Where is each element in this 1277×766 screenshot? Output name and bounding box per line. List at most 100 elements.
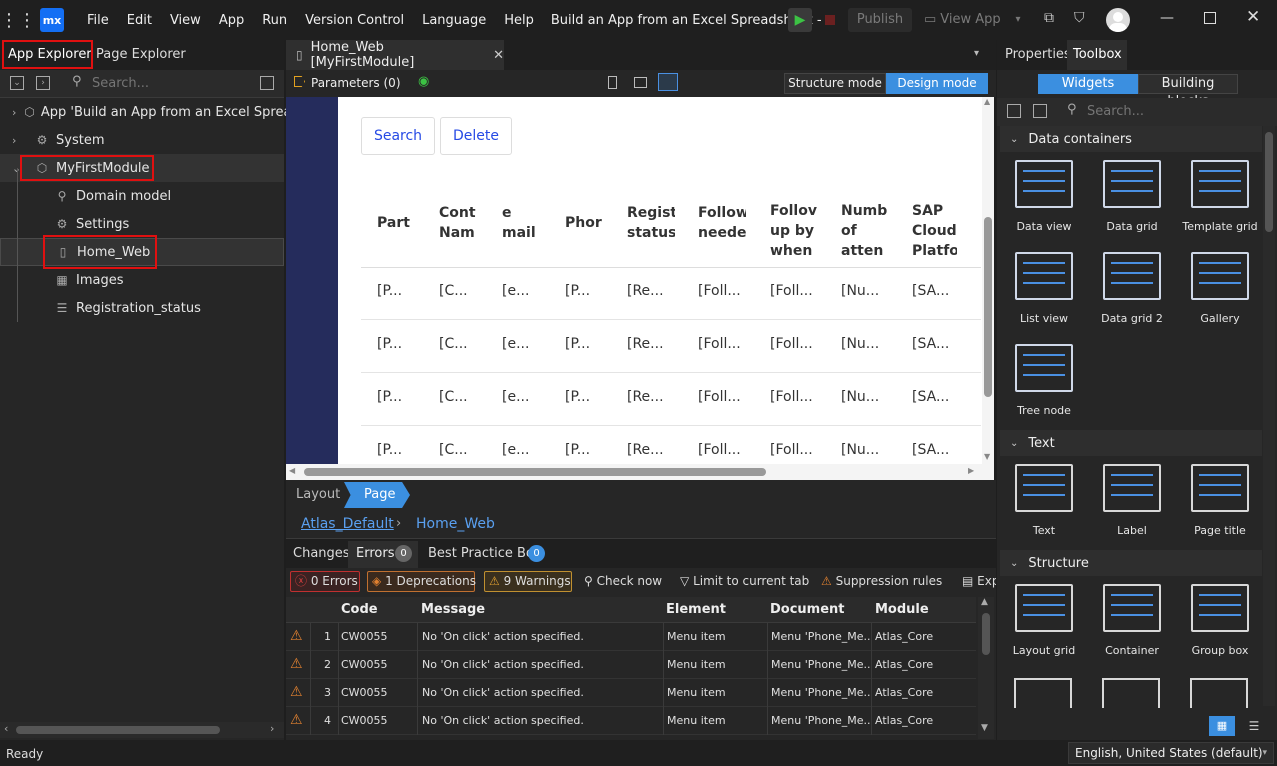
grid-column-header[interactable]: Regist status bbox=[627, 203, 675, 261]
eye-icon[interactable]: ◉ bbox=[418, 74, 429, 89]
errors-vscroll[interactable]: ▲ ▼ bbox=[978, 597, 994, 739]
widget-layout-grid[interactable]: Layout grid bbox=[1000, 580, 1088, 666]
col-message[interactable]: Message bbox=[421, 602, 485, 617]
grid-column-header[interactable]: Follow neede bbox=[698, 203, 746, 261]
building-blocks-subtab[interactable]: Building blocks bbox=[1138, 74, 1238, 109]
grid-column-header[interactable]: Numb of atten bbox=[841, 201, 889, 259]
widget-group-box[interactable]: Group box bbox=[1176, 580, 1264, 666]
tab-layout[interactable]: Layout bbox=[296, 487, 340, 502]
expand-all-icon[interactable] bbox=[1033, 104, 1047, 118]
tree-item[interactable]: ⚙ Settings bbox=[0, 210, 284, 238]
menu-view[interactable]: View bbox=[161, 13, 210, 28]
grid-column-header[interactable]: Cont Nam bbox=[439, 203, 487, 261]
widget-text[interactable]: Text bbox=[1000, 460, 1088, 546]
phone-view-icon[interactable] bbox=[608, 76, 617, 89]
tab-best-practice-bot[interactable]: Best Practice Bot bbox=[428, 546, 539, 561]
maximize-icon[interactable] bbox=[1204, 12, 1216, 24]
widget-data-view[interactable]: Data view bbox=[1000, 156, 1088, 242]
grid-column-header[interactable]: e mail bbox=[502, 203, 550, 261]
col-module[interactable]: Module bbox=[875, 602, 929, 617]
structure-mode-button[interactable]: Structure mode bbox=[784, 73, 886, 94]
run-button[interactable]: ▶ bbox=[788, 8, 812, 32]
tabs-dropdown-icon[interactable]: ▾ bbox=[974, 48, 979, 59]
chevron-down-icon[interactable]: ⌄ bbox=[12, 162, 26, 175]
tab-home-web[interactable]: ▯ Home_Web [MyFirstModule] ✕ bbox=[286, 40, 504, 70]
minimize-icon[interactable]: — bbox=[1160, 10, 1174, 26]
menu-version-control[interactable]: Version Control bbox=[296, 13, 413, 28]
widget-data-grid-2[interactable]: Data grid 2 bbox=[1088, 248, 1176, 334]
grid-column-header[interactable]: Part bbox=[377, 213, 425, 271]
warnings-filter-button[interactable]: ⚠ 9 Warnings bbox=[484, 571, 572, 592]
grid-column-header[interactable]: Phor bbox=[565, 213, 613, 271]
search-button[interactable]: Search bbox=[361, 117, 435, 155]
scroll-left-icon[interactable]: ‹ bbox=[4, 722, 8, 735]
widget-list-view[interactable]: List view bbox=[1000, 248, 1088, 334]
scroll-up-icon[interactable]: ▲ bbox=[984, 97, 990, 106]
toolbox-vscroll[interactable] bbox=[1263, 126, 1275, 706]
tab-app-explorer[interactable]: App Explorer bbox=[8, 47, 92, 62]
tablet-view-icon[interactable] bbox=[634, 77, 647, 88]
chevron-right-icon[interactable]: › bbox=[12, 134, 26, 147]
stop-button[interactable] bbox=[818, 8, 842, 32]
avatar[interactable] bbox=[1106, 8, 1130, 32]
menu-run[interactable]: Run bbox=[253, 13, 296, 28]
col-element[interactable]: Element bbox=[666, 602, 726, 617]
grid-view-button[interactable]: ▦ bbox=[1209, 716, 1235, 736]
delete-button[interactable]: Delete bbox=[440, 117, 512, 155]
breadcrumb-atlas-default[interactable]: Atlas_Default bbox=[301, 516, 394, 532]
link-editor-icon[interactable]: › bbox=[36, 76, 50, 90]
tree-item[interactable]: ☰ Registration_status bbox=[0, 294, 284, 322]
grid-column-header[interactable]: Follov up by when bbox=[770, 201, 818, 259]
widgets-subtab[interactable]: Widgets bbox=[1038, 74, 1138, 94]
export-button[interactable]: ▤ Exp bbox=[962, 574, 996, 588]
collapse-all-icon[interactable] bbox=[1007, 104, 1021, 118]
marketplace-icon[interactable]: ⛉ bbox=[1074, 10, 1085, 26]
scroll-down-icon[interactable]: ▼ bbox=[984, 452, 990, 461]
app-grid-icon[interactable]: ⋮⋮⋮ bbox=[0, 10, 54, 31]
view-app-button[interactable]: ▭ View App bbox=[920, 8, 1006, 32]
tab-changes[interactable]: Changes bbox=[293, 546, 350, 561]
table-row[interactable]: ⚠ 2 CW0055 No 'On click' action specified. M… bbox=[286, 651, 976, 679]
tab-page-explorer[interactable]: Page Explorer bbox=[96, 47, 186, 62]
publish-button[interactable]: Publish bbox=[848, 8, 912, 32]
table-row[interactable]: ⚠ 4 CW0055 No 'On click' action specified. M… bbox=[286, 707, 976, 735]
design-mode-button[interactable]: Design mode bbox=[886, 73, 988, 94]
table-row[interactable]: ⚠ 3 CW0055 No 'On click' action specified. M… bbox=[286, 679, 976, 707]
menu-language[interactable]: Language bbox=[413, 13, 495, 28]
left-scrollbar[interactable]: ‹ › bbox=[0, 722, 284, 738]
tab-properties[interactable]: Properties bbox=[1005, 47, 1071, 62]
check-now-button[interactable]: ⚲ Check now bbox=[584, 574, 662, 588]
tree-item[interactable]: › ⬡ App 'Build an App from an Excel Spread… bbox=[0, 98, 306, 126]
widget-label[interactable]: Label bbox=[1088, 460, 1176, 546]
col-code[interactable]: Code bbox=[341, 602, 378, 617]
hscroll-left-icon[interactable]: ◀ bbox=[289, 466, 295, 475]
hscroll-right-icon[interactable]: ▶ bbox=[968, 466, 974, 475]
chevron-right-icon[interactable]: › bbox=[12, 106, 16, 119]
filter-icon[interactable] bbox=[260, 76, 274, 90]
collapse-all-icon[interactable]: ⌄ bbox=[10, 76, 24, 90]
canvas-hscroll[interactable]: ◀ ▶ bbox=[286, 464, 994, 480]
breadcrumb-home-web[interactable]: Home_Web bbox=[416, 516, 495, 532]
tree-item[interactable]: ▯ Home_Web bbox=[0, 238, 284, 266]
feedback-icon[interactable]: ⧉ bbox=[1044, 10, 1054, 26]
menu-help[interactable]: Help bbox=[495, 13, 543, 28]
menu-edit[interactable]: Edit bbox=[118, 13, 161, 28]
desktop-view-icon[interactable] bbox=[658, 73, 678, 91]
widget-data-grid[interactable]: Data grid bbox=[1088, 156, 1176, 242]
section-data-containers[interactable]: ⌄ Data containers bbox=[1000, 126, 1262, 152]
suppression-rules-button[interactable]: ⚠ Suppression rules bbox=[821, 574, 942, 588]
tab-errors[interactable]: Errors bbox=[356, 546, 394, 561]
tab-toolbox[interactable]: Toolbox bbox=[1067, 40, 1127, 70]
widget-page-title[interactable]: Page title bbox=[1176, 460, 1264, 546]
deprecations-filter-button[interactable]: ◈ 1 Deprecations bbox=[367, 571, 476, 592]
widget-container[interactable]: Container bbox=[1088, 580, 1176, 666]
tree-item[interactable]: ⚲ Domain model bbox=[0, 182, 284, 210]
widget-gallery[interactable]: Gallery bbox=[1176, 248, 1264, 334]
widget-tree-node[interactable]: Tree node bbox=[1000, 340, 1088, 426]
limit-to-tab-button[interactable]: ▽ Limit to current tab bbox=[680, 574, 809, 588]
widget-template-grid[interactable]: Template grid bbox=[1176, 156, 1264, 242]
menu-file[interactable]: File bbox=[78, 13, 118, 28]
tree-item[interactable]: ▦ Images bbox=[0, 266, 284, 294]
table-row[interactable]: ⚠ 1 CW0055 No 'On click' action specified. M… bbox=[286, 623, 976, 651]
close-icon[interactable]: ✕ bbox=[1246, 7, 1260, 27]
